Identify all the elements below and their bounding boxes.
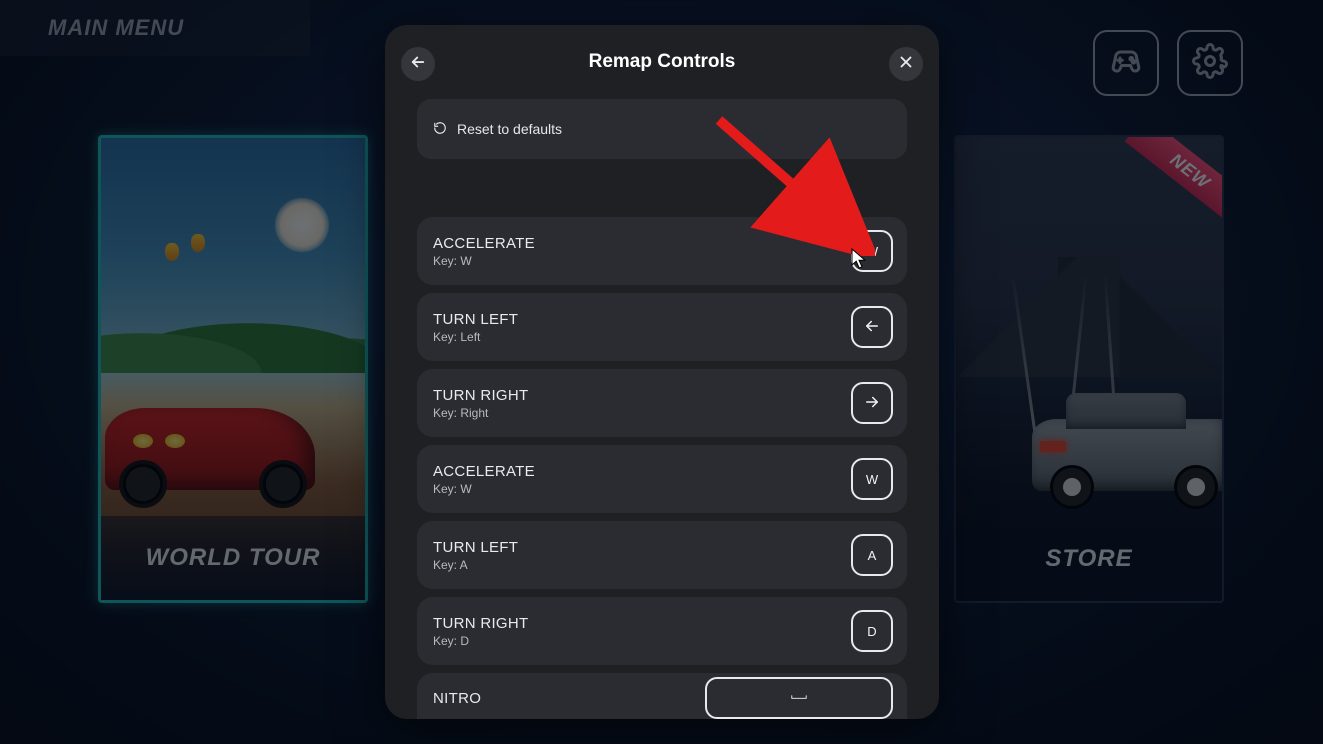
keycap[interactable]: W <box>851 458 893 500</box>
reset-icon <box>433 121 447 138</box>
control-key-label: Key: A <box>433 558 518 572</box>
controls-list: ACCELERATE Key: W W TURN LEFT Key: Left … <box>417 217 907 719</box>
arrow-left-icon <box>863 317 881 338</box>
modal-title: Remap Controls <box>589 51 736 73</box>
control-name: NITRO <box>433 690 481 707</box>
reset-label: Reset to defaults <box>457 121 562 137</box>
control-row-accelerate[interactable]: ACCELERATE Key: W W <box>417 217 907 285</box>
control-name: TURN LEFT <box>433 311 518 328</box>
arrow-left-icon <box>409 53 427 76</box>
control-name: TURN RIGHT <box>433 615 529 632</box>
control-key-label: Key: Right <box>433 406 529 420</box>
control-row-turn-left[interactable]: TURN LEFT Key: A A <box>417 521 907 589</box>
reset-defaults-button[interactable]: Reset to defaults <box>417 99 907 159</box>
control-key-label: Key: W <box>433 254 535 268</box>
arrow-right-icon <box>863 393 881 414</box>
control-row-turn-right[interactable]: TURN RIGHT Key: Right <box>417 369 907 437</box>
keycap[interactable]: D <box>851 610 893 652</box>
control-name: TURN LEFT <box>433 539 518 556</box>
keycap[interactable]: W <box>851 230 893 272</box>
control-name: ACCELERATE <box>433 235 535 252</box>
control-name: ACCELERATE <box>433 463 535 480</box>
keycap[interactable] <box>851 382 893 424</box>
keycap[interactable] <box>705 677 893 719</box>
control-row-accelerate[interactable]: ACCELERATE Key: W W <box>417 445 907 513</box>
control-row-nitro[interactable]: NITRO <box>417 673 907 719</box>
control-name: TURN RIGHT <box>433 387 529 404</box>
remap-controls-modal: Remap Controls Reset to defaults ACCELER… <box>385 25 939 719</box>
spacebar-icon <box>790 688 808 709</box>
control-key-label: Key: D <box>433 634 529 648</box>
control-key-label: Key: W <box>433 482 535 496</box>
control-key-label: Key: Left <box>433 330 518 344</box>
control-row-turn-left[interactable]: TURN LEFT Key: Left <box>417 293 907 361</box>
close-icon <box>897 53 915 76</box>
back-button[interactable] <box>401 47 435 81</box>
keycap[interactable]: A <box>851 534 893 576</box>
control-row-turn-right[interactable]: TURN RIGHT Key: D D <box>417 597 907 665</box>
keycap[interactable] <box>851 306 893 348</box>
close-button[interactable] <box>889 47 923 81</box>
modal-header: Remap Controls <box>385 25 939 99</box>
